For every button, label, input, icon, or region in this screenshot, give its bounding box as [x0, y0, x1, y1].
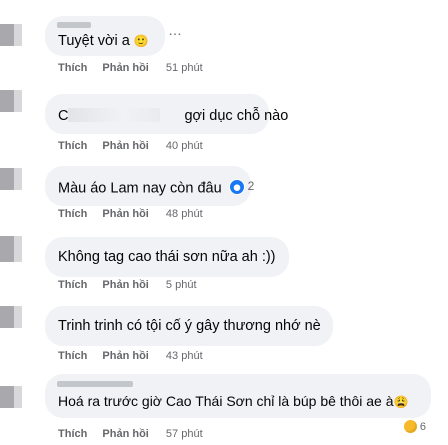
- timestamp[interactable]: 40 phút: [166, 140, 203, 152]
- comment-bubble: Hoá ra trước giờ Cao Thái Sơn chỉ là búp…: [45, 374, 431, 418]
- timestamp[interactable]: 51 phút: [166, 62, 203, 74]
- reaction-count: 2: [247, 179, 255, 193]
- reply-button[interactable]: Phản hồi: [102, 350, 148, 362]
- like-button[interactable]: Thích: [58, 350, 87, 362]
- comment-text-prefix: C: [58, 108, 69, 124]
- reaction-count: 6: [419, 420, 426, 433]
- reply-button[interactable]: Phản hồi: [102, 428, 148, 440]
- like-button[interactable]: Thích: [58, 62, 87, 74]
- like-reaction-icon: [228, 178, 245, 195]
- comment-bubble: Không tag cao thái sơn nữa ah :)): [45, 237, 289, 277]
- avatar[interactable]: [0, 236, 22, 262]
- comment-bubble: Tuyệt vời a 🙂: [45, 16, 165, 56]
- timestamp[interactable]: 57 phút: [166, 428, 203, 440]
- comment-text: Trinh trinh có tội cố ý gây thương nhớ n…: [58, 318, 321, 334]
- reply-button[interactable]: Phản hồi: [102, 62, 148, 74]
- comment-bubble: Trinh trinh có tội cố ý gây thương nhớ n…: [45, 306, 333, 346]
- comment-actions: Thích Phản hồi 51 phút: [58, 62, 215, 74]
- like-button[interactable]: Thích: [58, 208, 87, 220]
- emoji: 😩: [393, 395, 409, 409]
- timestamp[interactable]: 5 phút: [166, 279, 197, 291]
- like-button[interactable]: Thích: [58, 279, 87, 291]
- reply-button[interactable]: Phản hồi: [102, 140, 148, 152]
- timestamp[interactable]: 43 phút: [166, 350, 203, 362]
- avatar[interactable]: [0, 386, 22, 408]
- commenter-name[interactable]: [57, 381, 133, 387]
- avatar[interactable]: [0, 90, 22, 112]
- comment-bubble: Cgợi dục chỗ nào: [45, 94, 288, 134]
- more-options-icon[interactable]: …: [168, 22, 183, 38]
- haha-reaction-icon: [403, 420, 417, 433]
- reply-button[interactable]: Phản hồi: [102, 208, 148, 220]
- comment-text: Không tag cao thái sơn nữa ah :)): [58, 249, 276, 265]
- avatar[interactable]: [0, 168, 22, 190]
- comment-bubble: Màu áo Lam nay còn đâu 2: [45, 166, 254, 206]
- like-button[interactable]: Thích: [58, 140, 87, 152]
- comment-text: Hoá ra trước giờ Cao Thái Sơn chỉ là búp…: [58, 393, 394, 409]
- reaction-summary[interactable]: 6: [403, 420, 426, 433]
- comment-actions: Thích Phản hồi 40 phút: [58, 140, 215, 152]
- comment-actions: Thích Phản hồi 5 phút: [58, 279, 209, 291]
- timestamp[interactable]: 48 phút: [166, 208, 203, 220]
- comment-actions: Thích Phản hồi 48 phút: [58, 208, 215, 220]
- comment-text: gợi dục chỗ nào: [184, 108, 289, 124]
- comment-text: Màu áo Lam nay còn đâu: [58, 180, 222, 197]
- like-button[interactable]: Thích: [58, 428, 87, 440]
- reply-button[interactable]: Phản hồi: [102, 279, 148, 291]
- reaction-summary[interactable]: 2: [228, 178, 255, 195]
- emoji: 🙂: [133, 34, 149, 48]
- commenter-name[interactable]: [57, 22, 91, 28]
- avatar[interactable]: [0, 24, 22, 46]
- censored-region: [68, 108, 161, 122]
- avatar[interactable]: [0, 306, 22, 328]
- comment-text: Tuyệt vời a: [58, 33, 130, 49]
- comment-actions: Thích Phản hồi 57 phút: [58, 428, 215, 440]
- comment-actions: Thích Phản hồi 43 phút: [58, 350, 215, 362]
